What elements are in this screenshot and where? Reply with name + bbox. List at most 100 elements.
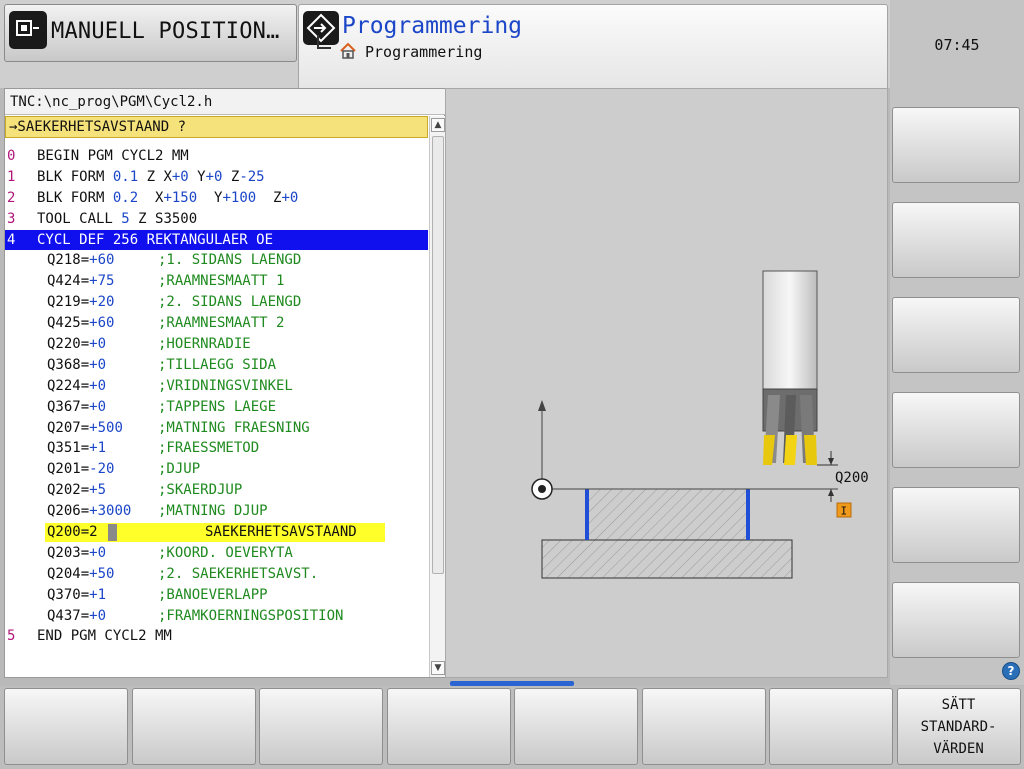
- line-code: BLK FORM 0.1 Z X+0 Y+0 Z-25: [37, 167, 265, 188]
- vertical-softkey-1[interactable]: [892, 107, 1020, 183]
- program-line[interactable]: Q218=+60 ;1. SIDANS LAENGD: [5, 250, 428, 271]
- program-line[interactable]: 5 END PGM CYCL2 MM: [5, 626, 428, 647]
- program-path: TNC:\nc_prog\PGM\Cycl2.h: [5, 89, 446, 115]
- home-icon: [339, 42, 357, 60]
- q200-label: Q200: [835, 470, 869, 486]
- code-token: 0.2: [112, 189, 139, 206]
- program-line[interactable]: Q425=+60 ;RAAMNESMAATT 2: [5, 313, 428, 334]
- origin-marker-center: [538, 485, 546, 493]
- program-line-editing[interactable]: Q200=2 SAEKERHETSAVSTAAND: [5, 522, 428, 543]
- param-name: Q203=: [47, 544, 90, 561]
- param-line: Q207=+500: [47, 418, 123, 439]
- code-token: +0: [205, 168, 223, 185]
- program-line[interactable]: Q206=+3000 ;MATNING DJUP: [5, 501, 428, 522]
- param-line: Q202=+5: [47, 480, 106, 501]
- code-token: 5: [121, 210, 130, 227]
- help-icon[interactable]: ?: [1002, 662, 1020, 680]
- program-line[interactable]: Q201=-20 ;DJUP: [5, 459, 428, 480]
- line-code: CYCL DEF 256 REKTANGULAER OE: [37, 230, 273, 251]
- mode-tab-manual-positioning[interactable]: MANUELL POSITION…: [4, 4, 297, 62]
- vertical-softkey-3[interactable]: [892, 297, 1020, 373]
- program-line[interactable]: 3 TOOL CALL 5 Z S3500: [5, 209, 428, 230]
- vertical-softkey-5[interactable]: [892, 487, 1020, 563]
- param-line: Q351=+1: [47, 438, 106, 459]
- param-comment: ;MATNING FRAESNING: [158, 419, 310, 436]
- param-value: +60: [89, 315, 115, 332]
- cycle-help-graphic: Q200 I: [531, 270, 869, 579]
- program-line[interactable]: Q224=+0 ;VRIDNINGSVINKEL: [5, 376, 428, 397]
- param-name: Q351=: [47, 440, 90, 457]
- param-value: +0: [89, 398, 107, 415]
- edit-input[interactable]: Q200=2: [47, 522, 98, 543]
- program-line[interactable]: Q367=+0 ;TAPPENS LAEGE: [5, 397, 428, 418]
- program-line[interactable]: 4 CYCL DEF 256 REKTANGULAER OE: [5, 229, 428, 251]
- set-standard-values-button[interactable]: SÄTT STANDARD- VÄRDEN: [896, 688, 1021, 765]
- param-comment: ;TAPPENS LAEGE: [158, 398, 277, 415]
- code-token: TOOL CALL: [37, 210, 122, 227]
- param-name: Q220=: [47, 336, 90, 353]
- scroll-down-icon[interactable]: ▼: [431, 661, 445, 675]
- mode-title-left: MANUELL POSITION…: [51, 19, 280, 44]
- dialog-prompt: →SAEKERHETSAVSTAAND ?: [5, 116, 428, 138]
- mode-tab-programming[interactable]: Programmering Programmering: [298, 4, 888, 88]
- softkey-2[interactable]: [131, 688, 256, 765]
- vertical-softkey-2[interactable]: [892, 202, 1020, 278]
- dimension-arrowhead-top-icon: [828, 458, 834, 465]
- workpiece-base: [541, 539, 793, 579]
- param-line: Q224=+0: [47, 376, 106, 397]
- param-comment: ;2. SIDANS LAENGD: [158, 294, 302, 311]
- edit-comment: SAEKERHETSAVSTAAND: [205, 524, 357, 541]
- program-line[interactable]: Q203=+0 ;KOORD. OEVERYTA: [5, 543, 428, 564]
- line-number: 4: [7, 231, 16, 248]
- scroll-thumb[interactable]: [432, 136, 444, 574]
- param-comment: ;1. SIDANS LAENGD: [158, 252, 302, 269]
- code-token: 0.1: [112, 168, 139, 185]
- program-line[interactable]: Q437=+0 ;FRAMKOERNINGSPOSITION: [5, 606, 428, 627]
- program-line[interactable]: 0 BEGIN PGM CYCL2 MM: [5, 146, 428, 167]
- program-scrollbar[interactable]: ▲ ▼: [429, 116, 445, 677]
- program-line[interactable]: Q207=+500 ;MATNING FRAESNING: [5, 418, 428, 439]
- param-line: Q220=+0: [47, 334, 106, 355]
- program-line[interactable]: Q370=+1 ;BANOEVERLAPP: [5, 585, 428, 606]
- param-value: +5: [89, 482, 107, 499]
- softkey-label-line: SÄTT: [941, 696, 976, 713]
- param-comment: ;SKAERDJUP: [158, 482, 243, 499]
- line-code: TOOL CALL 5 Z S3500: [37, 209, 197, 230]
- softkey-7[interactable]: [769, 688, 893, 765]
- program-line[interactable]: Q424=+75 ;RAAMNESMAATT 1: [5, 271, 428, 292]
- program-line[interactable]: Q219=+20 ;2. SIDANS LAENGD: [5, 292, 428, 313]
- param-value: +20: [89, 294, 115, 311]
- stud-right-edge: [746, 489, 750, 540]
- manual-mode-icon: [9, 11, 47, 49]
- param-comment: ;KOORD. OEVERYTA: [158, 544, 293, 561]
- vertical-softkey-4[interactable]: [892, 392, 1020, 468]
- line-number: 2: [7, 189, 16, 206]
- softkey-label-line: VÄRDEN: [933, 740, 984, 757]
- param-name: Q370=: [47, 586, 90, 603]
- line-code: END PGM CYCL2 MM: [37, 628, 172, 645]
- program-line[interactable]: 1 BLK FORM 0.1 Z X+0 Y+0 Z-25: [5, 167, 428, 188]
- softkey-6[interactable]: [641, 688, 766, 765]
- param-name: Q437=: [47, 607, 90, 624]
- program-line[interactable]: Q351=+1 ;FRAESSMETOD: [5, 438, 428, 459]
- softkey-4[interactable]: [386, 688, 511, 765]
- scroll-up-icon[interactable]: ▲: [431, 118, 445, 132]
- code-token: BEGIN PGM CYCL2 MM: [37, 148, 189, 164]
- z-axis-arrow-icon: [538, 400, 546, 411]
- program-line[interactable]: Q202=+5 ;SKAERDJUP: [5, 480, 428, 501]
- param-comment: ;BANOEVERLAPP: [158, 586, 268, 603]
- program-line[interactable]: Q368=+0 ;TILLAEGG SIDA: [5, 355, 428, 376]
- softkey-5[interactable]: [514, 688, 638, 765]
- softkey-1[interactable]: [4, 688, 128, 765]
- param-name: Q201=: [47, 461, 90, 478]
- param-comment: ;DJUP: [158, 461, 201, 478]
- vertical-softkey-6[interactable]: [892, 582, 1020, 658]
- program-line[interactable]: Q220=+0 ;HOERNRADIE: [5, 334, 428, 355]
- softkey-3[interactable]: [259, 688, 383, 765]
- param-name: Q219=: [47, 294, 90, 311]
- program-line[interactable]: 2 BLK FORM 0.2 X+150 Y+100 Z+0: [5, 188, 428, 209]
- tool-shank: [762, 270, 818, 390]
- code-token: +100: [222, 189, 257, 206]
- param-comment: ;RAAMNESMAATT 1: [158, 273, 285, 290]
- program-line[interactable]: Q204=+50 ;2. SAEKERHETSAVST.: [5, 564, 428, 585]
